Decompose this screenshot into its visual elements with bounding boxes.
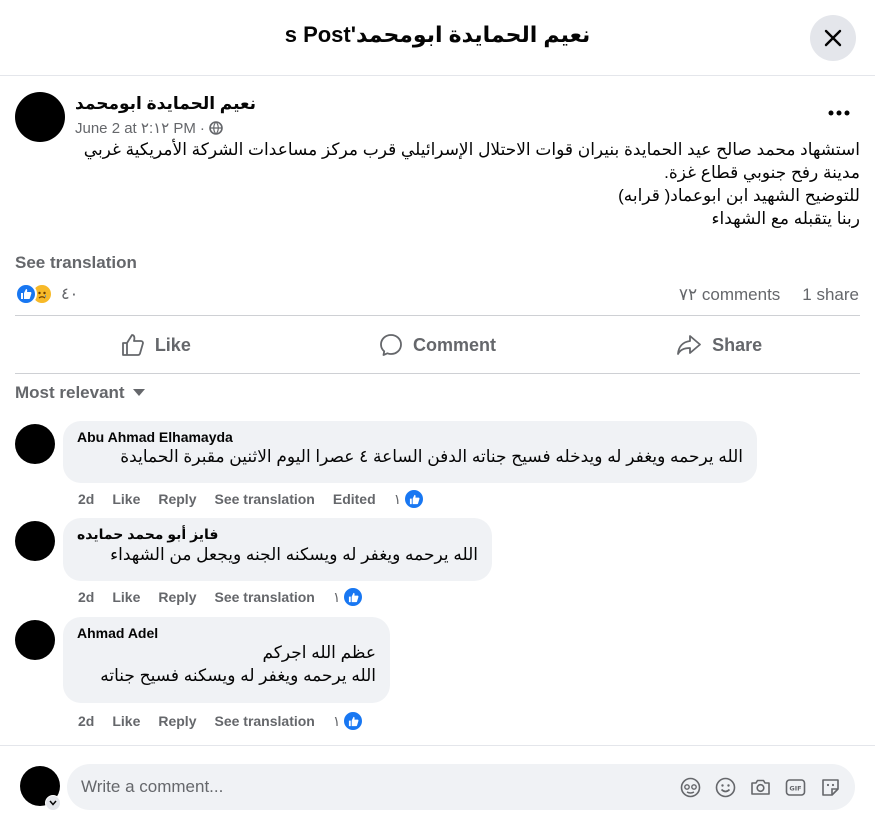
like-badge-icon bbox=[342, 710, 365, 732]
globe-icon bbox=[209, 121, 223, 135]
more-icon bbox=[828, 110, 850, 116]
comment-reply-button[interactable]: Reply bbox=[158, 713, 196, 729]
comment-icon bbox=[380, 334, 402, 356]
comment-time[interactable]: 2d bbox=[78, 491, 94, 507]
comment-actions: 2d Like Reply See translation ١ bbox=[78, 586, 365, 608]
comment-text: الله يرحمه ويغفر له ويسكنه الجنه ويجعل م… bbox=[110, 545, 478, 564]
comment-actions: 2d Like Reply See translation ١ bbox=[78, 710, 365, 732]
comment-time[interactable]: 2d bbox=[78, 713, 94, 729]
like-reaction-icon bbox=[15, 283, 37, 305]
comment-input[interactable]: Write a comment... GIF bbox=[67, 764, 855, 810]
comment-actions: 2d Like Reply See translation Edited ١ bbox=[78, 488, 426, 510]
comment-author[interactable]: Ahmad Adel bbox=[77, 625, 376, 641]
comment-reaction[interactable]: ١ bbox=[394, 488, 426, 510]
post-more-button[interactable] bbox=[826, 100, 852, 126]
sticker-icon[interactable] bbox=[820, 777, 841, 798]
post-text-line: استشهاد محمد صالح عيد الحمايدة بنيران قو… bbox=[83, 140, 860, 159]
like-icon bbox=[121, 334, 144, 356]
divider bbox=[15, 373, 860, 374]
comment-reaction-count: ١ bbox=[332, 588, 341, 605]
comment-reaction[interactable]: ١ bbox=[333, 586, 365, 608]
comment-see-translation[interactable]: See translation bbox=[214, 491, 314, 507]
dialog-title: نعيم الحمايدة ابومحمد's Post bbox=[284, 22, 591, 47]
comment-avatar[interactable] bbox=[15, 521, 55, 561]
comment-see-translation[interactable]: See translation bbox=[214, 713, 314, 729]
comment-reply-button[interactable]: Reply bbox=[158, 589, 196, 605]
post-author-name[interactable]: نعيم الحمايدة ابومحمد bbox=[75, 94, 256, 114]
chevron-down-icon bbox=[49, 800, 57, 806]
comment-sort-dropdown[interactable]: Most relevant bbox=[15, 383, 145, 403]
post-action-bar: Like Comment Share bbox=[15, 317, 860, 373]
avatar-sticker-icon[interactable] bbox=[680, 777, 701, 798]
reaction-count: ٤٠ bbox=[61, 286, 79, 303]
dialog-header: نعيم الحمايدة ابومحمد's Post bbox=[0, 0, 875, 76]
post-date[interactable]: June 2 at ٢:١٢ PM bbox=[75, 119, 196, 137]
post-text-line: للتوضيح الشهيد ابن ابوعماد( قرابه) bbox=[618, 186, 860, 205]
comment-reaction-count: ١ bbox=[393, 490, 402, 507]
post-text-line: مدينة رفح جنوبي قطاع غزة. bbox=[664, 163, 860, 182]
close-icon bbox=[824, 29, 842, 47]
post-text-line: ربنا يتقبله مع الشهداء bbox=[711, 209, 860, 228]
comment-text: الله يرحمه ويغفر له ويسكنه فسيح جناته bbox=[100, 666, 376, 685]
caret-down-icon bbox=[132, 389, 145, 396]
camera-icon[interactable] bbox=[750, 777, 771, 798]
like-badge-icon bbox=[342, 586, 365, 608]
comment-author[interactable]: Abu Ahmad Elhamayda bbox=[77, 429, 743, 445]
comment-like-button[interactable]: Like bbox=[112, 713, 140, 729]
comment-time[interactable]: 2d bbox=[78, 589, 94, 605]
comment-see-translation[interactable]: See translation bbox=[214, 589, 314, 605]
share-icon bbox=[677, 335, 702, 355]
comment-input-placeholder: Write a comment... bbox=[81, 777, 224, 796]
comment-like-button[interactable]: Like bbox=[112, 589, 140, 605]
comment-composer: Write a comment... GIF bbox=[0, 745, 875, 832]
comment-reply-button[interactable]: Reply bbox=[158, 491, 196, 507]
comment-text: عظم الله اجركم bbox=[262, 643, 376, 662]
divider bbox=[15, 315, 860, 316]
shares-count[interactable]: 1 share bbox=[802, 285, 859, 305]
composer-toolbar: GIF bbox=[680, 777, 841, 798]
svg-text:GIF: GIF bbox=[789, 784, 801, 792]
comments-count[interactable]: ٧٢ comments bbox=[679, 285, 780, 305]
sort-label: Most relevant bbox=[15, 383, 125, 402]
comment-label: Comment bbox=[413, 334, 497, 355]
share-button[interactable]: Share bbox=[578, 317, 860, 373]
share-label: Share bbox=[712, 334, 763, 355]
meta-separator: · bbox=[199, 119, 205, 137]
comment-edited-label[interactable]: Edited bbox=[333, 491, 376, 507]
close-button[interactable] bbox=[810, 15, 856, 61]
comment-like-button[interactable]: Like bbox=[112, 491, 140, 507]
comment-avatar[interactable] bbox=[15, 424, 55, 464]
comment-bubble: Ahmad Adel عظم الله اجركم الله يرحمه ويغ… bbox=[63, 617, 390, 703]
comment-bubble: فايز أبو محمد حمايده الله يرحمه ويغفر له… bbox=[63, 518, 492, 581]
profile-switch-button[interactable] bbox=[45, 795, 61, 811]
comment-avatar[interactable] bbox=[15, 620, 55, 660]
reaction-summary[interactable]: ٤٠ bbox=[15, 283, 78, 305]
gif-icon[interactable]: GIF bbox=[785, 777, 806, 798]
comment-text: الله يرحمه ويغفر له ويدخله فسيح جناته ال… bbox=[120, 447, 743, 466]
comment-author[interactable]: فايز أبو محمد حمايده bbox=[77, 526, 478, 543]
comment-bubble: Abu Ahmad Elhamayda الله يرحمه ويغفر له … bbox=[63, 421, 757, 483]
like-label: Like bbox=[154, 334, 191, 355]
engagement-counts: ٧٢ comments 1 share bbox=[679, 285, 859, 305]
like-button[interactable]: Like bbox=[15, 317, 297, 373]
post-author-avatar[interactable] bbox=[15, 92, 65, 142]
see-translation-link[interactable]: See translation bbox=[15, 253, 137, 273]
comment-reaction[interactable]: ١ bbox=[333, 710, 365, 732]
post-text: استشهاد محمد صالح عيد الحمايدة بنيران قو… bbox=[15, 138, 860, 230]
like-badge-icon bbox=[403, 488, 426, 510]
comment-button[interactable]: Comment bbox=[297, 317, 579, 373]
post-meta: June 2 at ٢:١٢ PM · bbox=[75, 119, 223, 137]
comment-reaction-count: ١ bbox=[332, 712, 341, 729]
emoji-icon[interactable] bbox=[715, 777, 736, 798]
